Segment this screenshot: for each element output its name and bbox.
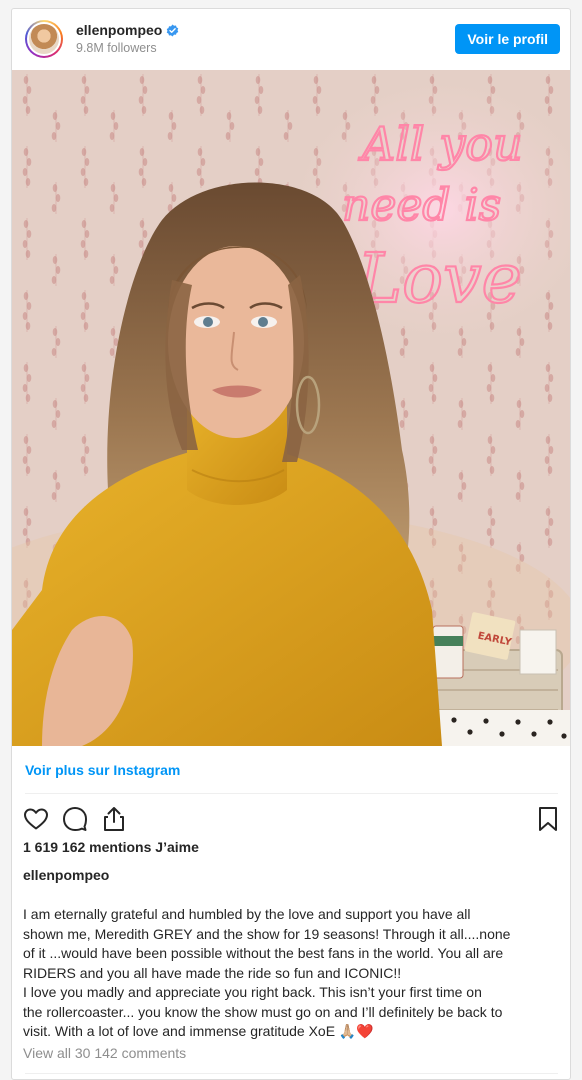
share-icon[interactable] [100, 805, 128, 833]
neon-line-1: All you [358, 117, 523, 171]
photo-illustration: All you need is Love EARLY [12, 70, 570, 746]
view-all-comments-link[interactable]: View all 30 142 comments [23, 1045, 186, 1061]
comment-icon[interactable] [61, 805, 89, 833]
caption-username[interactable]: ellenpompeo [23, 867, 109, 883]
bookmark-icon[interactable] [534, 805, 562, 833]
divider [25, 793, 558, 794]
caption-line: I am eternally grateful and humbled by t… [23, 906, 471, 922]
heart-icon[interactable] [22, 805, 50, 833]
caption-line: of it ...would have been possible withou… [23, 945, 504, 961]
avatar[interactable] [25, 20, 63, 58]
neon-line-3: Love [355, 240, 522, 319]
caption-line: RIDERS and you all have made the ride so… [23, 964, 402, 981]
post-caption: I am eternally grateful and humbled by t… [23, 905, 563, 1042]
followers-count: 9.8M followers [76, 41, 157, 55]
view-profile-button[interactable]: Voir le profil [455, 24, 560, 54]
username-text[interactable]: ellenpompeo [76, 22, 162, 38]
likes-count[interactable]: 1 619 162 mentions J’aime [23, 839, 199, 855]
username[interactable]: ellenpompeo [76, 22, 179, 38]
post-photo[interactable]: All you need is Love EARLY [12, 70, 570, 746]
instagram-embed-card: ellenpompeo 9.8M followers Voir le profi… [11, 8, 571, 1080]
caption-line: visit. With a lot of love and immense gr… [23, 1023, 374, 1039]
action-bar [12, 801, 570, 837]
divider [25, 1073, 558, 1074]
view-more-on-instagram-link[interactable]: Voir plus sur Instagram [25, 762, 180, 778]
verified-badge-icon [167, 24, 179, 37]
caption-line: shown me, Meredith GREY and the show for… [23, 925, 511, 942]
post-header: ellenpompeo 9.8M followers Voir le profi… [12, 9, 570, 71]
neon-line-2: need is [342, 180, 501, 231]
caption-line: the rollercoaster... you know the show m… [23, 1003, 503, 1020]
caption-line: I love you madly and appreciate you righ… [23, 984, 482, 1000]
avatar-image [27, 22, 61, 56]
